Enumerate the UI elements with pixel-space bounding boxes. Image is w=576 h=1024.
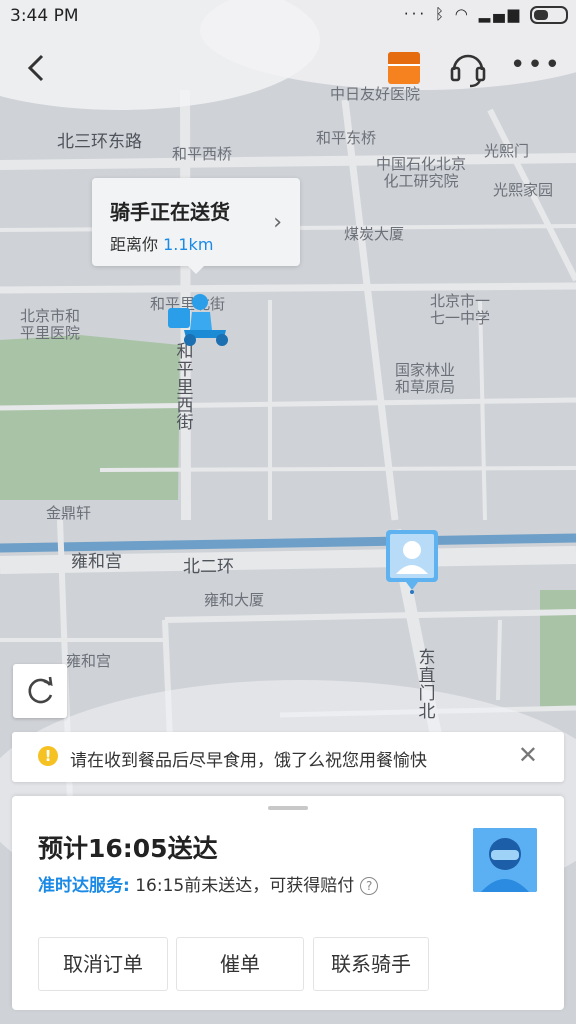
rider-distance: 距离你 1.1km [110,231,213,255]
estimated-arrival: 预计16:05送达 [38,834,218,863]
customer-service-button[interactable] [448,48,488,88]
top-bar: ••• [0,40,576,96]
park-area [0,335,180,500]
map-label: 光熙门 [484,142,530,160]
status-bar: 3:44 PM ··· ᛒ ◠ ▂▄▆ [0,0,576,34]
rider-avatar[interactable] [473,828,537,892]
rider-status-bubble[interactable]: 骑手正在送货 距离你 1.1km › [92,178,300,274]
rider-status-title: 骑手正在送货 [110,200,230,224]
map-label: 和平东桥 [316,129,377,147]
red-envelope-button[interactable] [388,52,420,84]
cancel-order-button[interactable]: 取消订单 [38,937,168,991]
map-label: 和平里西街 [176,342,194,434]
map-label: 雍和宫 [66,652,112,670]
on-time-service-text: 16:15前未送达，可获得赔付 [129,876,355,896]
back-button[interactable] [18,46,58,90]
map-label: 光熙家园 [493,181,554,199]
refresh-icon [28,676,53,704]
rider-avatar-icon [473,828,537,892]
close-icon[interactable]: ✕ [518,741,538,769]
map-label: 金鼎轩 [46,504,92,522]
bluetooth-icon: ᛒ [434,5,447,23]
cell-signal-icon: ▂▄▆ [478,5,523,23]
map-label: 和平西桥 [172,145,233,163]
scooter-rider-icon [168,294,228,346]
headset-icon [450,54,486,88]
rider-marker[interactable] [166,292,232,348]
notice-banner: ! 请在收到餐品后尽早食用，饿了么祝您用餐愉快 ✕ [12,732,564,782]
map-label: 煤炭大厦 [344,225,405,243]
chevron-right-icon: › [273,210,282,235]
map-label: 国家林业 和草原局 [395,361,456,397]
warning-icon: ! [38,746,58,766]
rider-distance-value: 1.1km [163,235,214,254]
map-label: 北京市一 七一中学 [430,292,491,328]
more-button[interactable]: ••• [510,50,560,86]
on-time-service-label: 准时达服务: [38,876,130,896]
status-icons: ··· ᛒ ◠ ▂▄▆ [404,5,568,24]
user-avatar-pin-icon [386,530,438,594]
map-label: 北二环 [183,557,234,577]
green-area [540,590,576,710]
notice-text: 请在收到餐品后尽早食用，饿了么祝您用餐愉快 [70,751,427,771]
status-time: 3:44 PM [10,6,79,26]
battery-icon [530,5,568,24]
map-label: 东直门北 [418,648,436,722]
chevron-left-icon [27,54,44,82]
urge-order-button[interactable]: 催单 [176,937,304,991]
more-dots-icon: ••• [510,50,563,80]
help-icon[interactable]: ? [360,877,379,895]
map-label: 中国石化北京 化工研究院 [376,155,467,191]
bubble-tail [188,266,204,274]
signal-dots-icon: ··· [403,5,428,23]
user-location-pin[interactable] [386,530,438,594]
on-time-service: 准时达服务: 16:15前未送达，可获得赔付? [38,871,379,896]
rider-distance-prefix: 距离你 [110,235,159,254]
order-status-panel: 预计16:05送达 准时达服务: 16:15前未送达，可获得赔付? 取消订单 催… [12,796,564,1010]
map-label: 雍和大厦 [204,591,265,609]
map-label: 北京市和 平里医院 [20,307,81,343]
map-label: 北三环东路 [57,132,142,152]
refresh-button[interactable] [13,664,67,718]
wifi-icon: ◠ [454,5,471,23]
contact-rider-button[interactable]: 联系骑手 [313,937,429,991]
map-label: 雍和宫 [71,552,122,572]
drag-handle[interactable] [268,806,308,810]
